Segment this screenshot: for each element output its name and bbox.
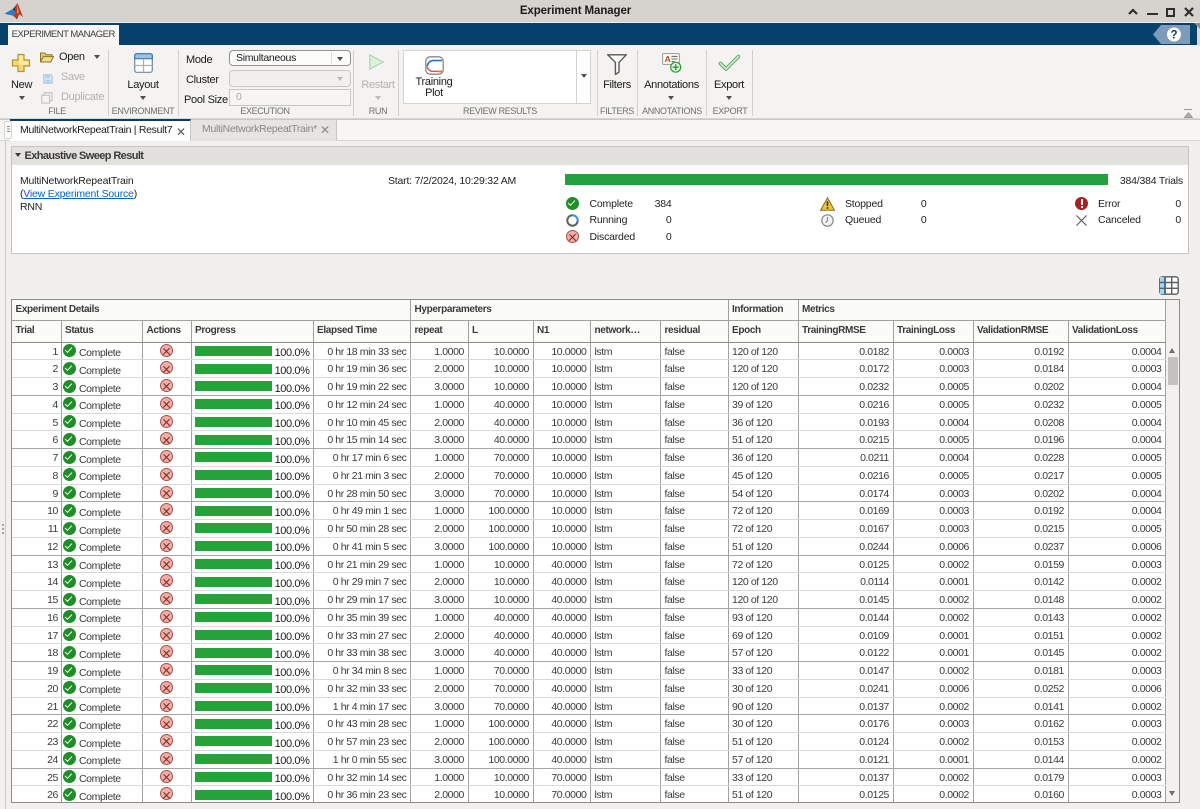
svg-text:A: A [665,54,671,64]
svg-text:?: ? [1170,29,1177,41]
